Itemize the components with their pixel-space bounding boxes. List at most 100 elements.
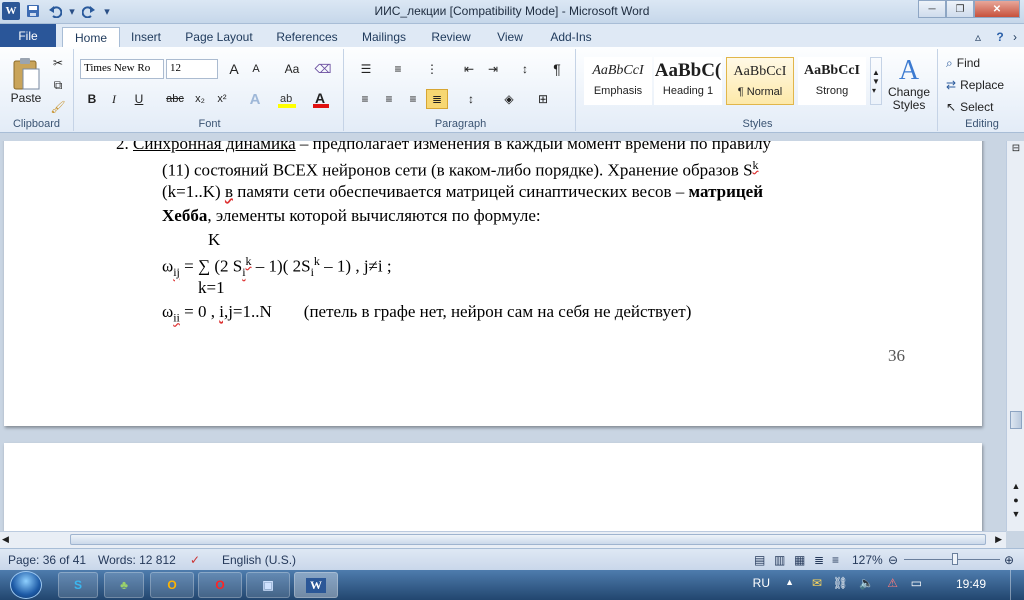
page-count[interactable]: Page: 36 of 41 bbox=[8, 553, 86, 567]
bullets-icon[interactable]: ☰ bbox=[354, 59, 378, 79]
view-ruler-icon[interactable]: ⊟ bbox=[1009, 143, 1023, 157]
justify-icon[interactable]: ≣ bbox=[426, 89, 448, 109]
subscript-button[interactable]: x₂ bbox=[190, 89, 210, 109]
proofing-icon[interactable]: ✓ bbox=[190, 553, 200, 567]
multilevel-list-icon[interactable]: ⋮ bbox=[420, 59, 444, 79]
clear-formatting-icon[interactable]: ⌫ bbox=[312, 59, 334, 79]
style-normal[interactable]: AaBbCcI ¶ Normal bbox=[726, 57, 794, 105]
style-emphasis[interactable]: AaBbCcI Emphasis bbox=[584, 57, 652, 105]
web-layout-icon[interactable]: ▦ bbox=[794, 553, 805, 567]
show-formatting-button[interactable]: ¶ bbox=[546, 59, 568, 79]
zoom-slider-thumb[interactable] bbox=[952, 553, 959, 565]
language-indicator[interactable]: English (U.S.) bbox=[222, 553, 296, 567]
cut-icon[interactable]: ✂ bbox=[48, 53, 68, 73]
tab-mailings[interactable]: Mailings bbox=[356, 27, 412, 47]
change-styles-icon: A bbox=[898, 55, 920, 86]
strikethrough-button[interactable]: abc bbox=[162, 89, 188, 109]
skype-taskbar-icon[interactable]: S bbox=[58, 572, 98, 598]
copy-icon[interactable]: ⧉ bbox=[48, 75, 68, 95]
start-button[interactable] bbox=[10, 571, 42, 599]
decrease-indent-icon[interactable]: ⇤ bbox=[458, 59, 480, 79]
tab-insert[interactable]: Insert bbox=[124, 27, 168, 47]
font-size-combo[interactable]: 12 bbox=[166, 59, 218, 79]
format-painter-icon[interactable]: 🖌 bbox=[48, 97, 68, 117]
tab-page-layout[interactable]: Page Layout bbox=[182, 27, 256, 47]
zoom-out-icon[interactable]: ⊖ bbox=[888, 553, 898, 567]
font-color-icon[interactable]: A bbox=[308, 89, 334, 109]
numbering-icon[interactable]: ≡ bbox=[386, 59, 410, 79]
browse-object-icon[interactable]: ● bbox=[1009, 495, 1023, 507]
styles-scroll-icon[interactable]: ▲ ▼ ▾ bbox=[870, 57, 882, 105]
help-icon[interactable]: ? bbox=[990, 27, 1010, 47]
select-button[interactable]: ↖ Select bbox=[946, 97, 1016, 117]
underline-button[interactable]: U bbox=[128, 89, 150, 109]
borders-icon[interactable]: ⊞ bbox=[530, 89, 556, 109]
close-button[interactable]: ✕ bbox=[974, 0, 1020, 18]
opera-taskbar-icon[interactable]: O bbox=[198, 572, 242, 598]
tab-add-ins[interactable]: Add-Ins bbox=[544, 27, 598, 47]
shrink-font-button[interactable]: A bbox=[246, 59, 266, 79]
paste-button[interactable]: Paste bbox=[6, 51, 46, 111]
zoom-level[interactable]: 127% bbox=[852, 553, 883, 567]
align-right-icon[interactable]: ≡ bbox=[402, 89, 424, 109]
line-4-text: , элементы которой вычисляются по формул… bbox=[207, 206, 541, 225]
tab-file[interactable]: File bbox=[0, 24, 56, 47]
clock[interactable]: 19:49 bbox=[956, 577, 986, 591]
minimize-ribbon-icon[interactable]: ▵ bbox=[968, 27, 988, 47]
style-heading-1[interactable]: AaBbC( Heading 1 bbox=[654, 57, 722, 105]
word-taskbar-icon[interactable]: W bbox=[294, 572, 338, 598]
outline-icon[interactable]: ≣ bbox=[814, 553, 824, 567]
save-taskbar-icon[interactable]: ▣ bbox=[246, 572, 290, 598]
superscript-button[interactable]: x² bbox=[212, 89, 232, 109]
align-center-icon[interactable]: ≡ bbox=[378, 89, 400, 109]
show-desktop-button[interactable] bbox=[1010, 570, 1024, 600]
scroll-right-icon[interactable]: ▶ bbox=[995, 534, 1002, 545]
tab-view[interactable]: View bbox=[492, 27, 528, 47]
grow-font-button[interactable]: A bbox=[224, 59, 244, 79]
mail-tray-icon[interactable]: ✉ bbox=[812, 576, 822, 590]
horizontal-scrollbar[interactable]: ◀ ▶ bbox=[0, 531, 1006, 548]
change-case-button[interactable]: Aa bbox=[278, 59, 306, 79]
next-page-icon[interactable]: ▼ bbox=[1009, 509, 1023, 521]
word-count[interactable]: Words: 12 812 bbox=[98, 553, 176, 567]
volume-tray-icon[interactable]: 🔈 bbox=[859, 576, 874, 590]
align-left-icon[interactable]: ≡ bbox=[354, 89, 376, 109]
previous-page-icon[interactable]: ▲ bbox=[1009, 481, 1023, 493]
zoom-in-icon[interactable]: ⊕ bbox=[1004, 553, 1014, 567]
italic-button[interactable]: I bbox=[104, 89, 124, 109]
network-tray-icon[interactable]: ⚠ bbox=[887, 576, 898, 590]
font-name-combo[interactable]: Times New Ro bbox=[80, 59, 164, 79]
tab-home[interactable]: Home bbox=[62, 27, 120, 47]
find-button[interactable]: ⌕ Find bbox=[946, 53, 1016, 73]
restore-button[interactable]: ❐ bbox=[946, 0, 974, 18]
language-bar[interactable]: RU bbox=[753, 576, 770, 590]
scroll-thumb[interactable] bbox=[1010, 411, 1022, 429]
shading-icon[interactable]: ◈ bbox=[496, 89, 522, 109]
increase-indent-icon[interactable]: ⇥ bbox=[482, 59, 504, 79]
highlight-color-icon[interactable]: ab bbox=[274, 89, 300, 109]
tray-expand-icon[interactable]: ▲ bbox=[785, 577, 794, 587]
tab-review[interactable]: Review bbox=[428, 27, 474, 47]
replace-button[interactable]: ⇄ Replace bbox=[946, 75, 1016, 95]
bold-button[interactable]: B bbox=[82, 89, 102, 109]
full-screen-reading-icon[interactable]: ▥ bbox=[774, 553, 785, 567]
style-strong[interactable]: AaBbCcI Strong bbox=[798, 57, 866, 105]
vertical-scrollbar[interactable]: ⊟ ▲ ● ▼ bbox=[1006, 141, 1024, 531]
draft-icon[interactable]: ≡ bbox=[832, 553, 839, 567]
tab-references[interactable]: References bbox=[272, 27, 342, 47]
scroll-left-icon[interactable]: ◀ bbox=[2, 534, 9, 545]
sum-lower-limit: k=1 bbox=[198, 278, 225, 297]
device-tray-icon[interactable]: ⛓ bbox=[833, 576, 848, 590]
print-layout-icon[interactable]: ▤ bbox=[754, 553, 765, 567]
ribbon-chevron-icon[interactable]: › bbox=[1008, 27, 1022, 47]
line-2-text: (11) состояний ВСЕХ нейронов сети (в как… bbox=[162, 160, 753, 180]
outlook-taskbar-icon[interactable]: O bbox=[150, 572, 194, 598]
line-spacing-icon[interactable]: ↕ bbox=[458, 89, 484, 109]
minimize-button[interactable]: ─ bbox=[918, 0, 946, 18]
app-taskbar-icon[interactable]: ♣ bbox=[104, 572, 144, 598]
change-styles-button[interactable]: A Change Styles bbox=[886, 53, 932, 115]
hscroll-thumb[interactable] bbox=[70, 534, 986, 545]
display-tray-icon[interactable]: ▭ bbox=[911, 576, 922, 590]
text-effects-icon[interactable]: A bbox=[244, 89, 266, 109]
sort-icon[interactable]: ↕ bbox=[514, 59, 536, 79]
